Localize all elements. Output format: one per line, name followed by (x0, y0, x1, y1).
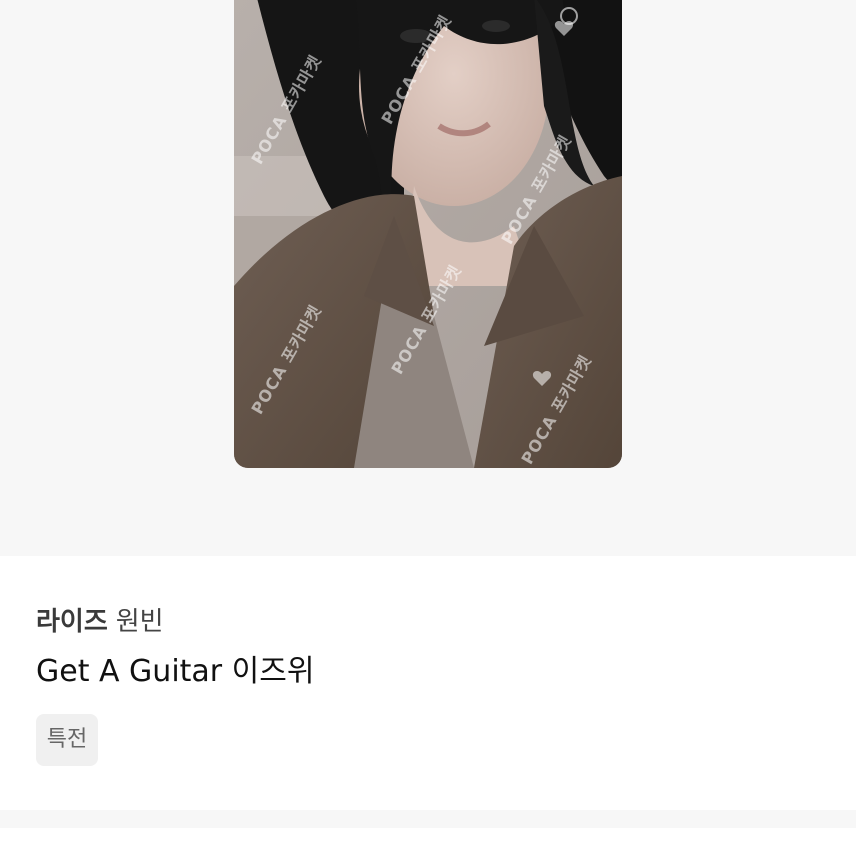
section-divider (0, 810, 856, 828)
product-detail-page: POCA 포카마켓 POCA 포카마켓 POCA 포카마켓 POCA 포카마켓 … (0, 0, 856, 856)
product-title: Get A Guitar 이즈위 (36, 654, 315, 689)
photocard-image[interactable]: POCA 포카마켓 POCA 포카마켓 POCA 포카마켓 POCA 포카마켓 … (234, 0, 622, 468)
member-name[interactable]: 원빈 (116, 607, 164, 637)
tag-badge[interactable]: 특전 (36, 714, 98, 766)
group-name[interactable]: 라이즈 (36, 607, 108, 637)
product-image-area: POCA 포카마켓 POCA 포카마켓 POCA 포카마켓 POCA 포카마켓 … (0, 0, 856, 556)
next-section (0, 828, 856, 856)
artist-line: 라이즈 원빈 (36, 604, 164, 640)
product-info-section: 라이즈 원빈 Get A Guitar 이즈위 특전 (0, 556, 856, 810)
